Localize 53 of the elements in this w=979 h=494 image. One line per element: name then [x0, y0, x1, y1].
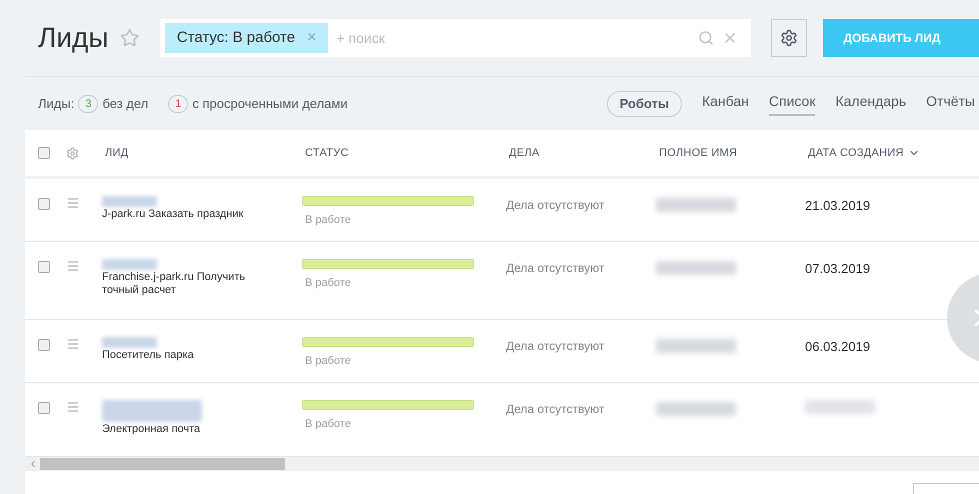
blurred-name: [102, 259, 157, 270]
column-header[interactable]: ПОЛНОЕ ИМЯ: [659, 144, 738, 162]
settings-button[interactable]: [770, 19, 808, 57]
lead-source: Электронная почта: [102, 423, 202, 436]
robots-button[interactable]: Роботы: [606, 90, 682, 116]
deals-text: Дела отсутствуют: [506, 197, 606, 214]
row-menu-icon[interactable]: [66, 337, 80, 351]
page-title: Лиды: [38, 21, 108, 55]
date-text: 06.03.2019: [805, 338, 870, 356]
settings-icon: [780, 29, 798, 47]
deals-text: Дела отсутствуют: [506, 401, 606, 418]
blurred-name: [102, 196, 157, 207]
view-tab[interactable]: Список: [768, 91, 816, 116]
status-label: В работе: [305, 354, 352, 369]
row-checkbox[interactable]: [38, 198, 50, 210]
column-header[interactable]: СТАТУС: [305, 144, 349, 162]
search-input[interactable]: + поиск: [336, 28, 690, 48]
filter-chip[interactable]: Статус: В работе ×: [164, 23, 328, 53]
status-label: В работе: [305, 417, 352, 432]
view-tab[interactable]: Канбан: [702, 91, 749, 116]
column-header[interactable]: ДЕЛА: [509, 144, 540, 162]
row-menu-icon[interactable]: [66, 400, 80, 414]
star-icon[interactable]: [120, 28, 140, 48]
settings-icon[interactable]: [66, 146, 79, 160]
status-label: В работе: [305, 213, 352, 228]
search-field[interactable]: Статус: В работе × + поиск: [160, 19, 751, 57]
blurred-date: [805, 400, 875, 414]
lead-source: Посетитель парка: [102, 349, 195, 362]
date-text: 07.03.2019: [805, 260, 870, 278]
chip-label: Статус: В работе: [176, 28, 296, 48]
row-checkbox[interactable]: [38, 339, 50, 351]
status-label: В работе: [305, 276, 352, 291]
lead-source: Franchise.j-park.ru Получить точный расчет: [102, 271, 246, 297]
row-checkbox[interactable]: [38, 261, 50, 273]
blurred-name: [102, 337, 157, 348]
column-header[interactable]: ЛИД: [105, 144, 128, 162]
view-tab[interactable]: Календарь: [835, 91, 906, 116]
view-tab[interactable]: Отчёты: [926, 91, 975, 116]
deals-text: Дела отсутствуют: [506, 260, 606, 277]
counter-text[interactable]: с просроченными делами: [192, 94, 348, 114]
date-text: 21.03.2019: [805, 197, 870, 215]
counter-label: Лиды:: [38, 94, 74, 113]
scrollbar-thumb[interactable]: [40, 458, 285, 470]
column-header[interactable]: ДАТА СОЗДАНИЯ: [808, 144, 904, 162]
row-checkbox[interactable]: [38, 402, 50, 414]
deals-text: Дела отсутствуют: [506, 338, 606, 355]
row-menu-icon[interactable]: [66, 259, 80, 273]
counter-badge[interactable]: 1: [168, 94, 188, 112]
lead-source: J-park.ru Заказать праздник: [102, 208, 244, 221]
search-icon[interactable]: [698, 30, 714, 46]
select-all-checkbox[interactable]: [38, 147, 50, 159]
counter-text[interactable]: без дел: [102, 94, 148, 114]
row-menu-icon[interactable]: [66, 196, 80, 210]
